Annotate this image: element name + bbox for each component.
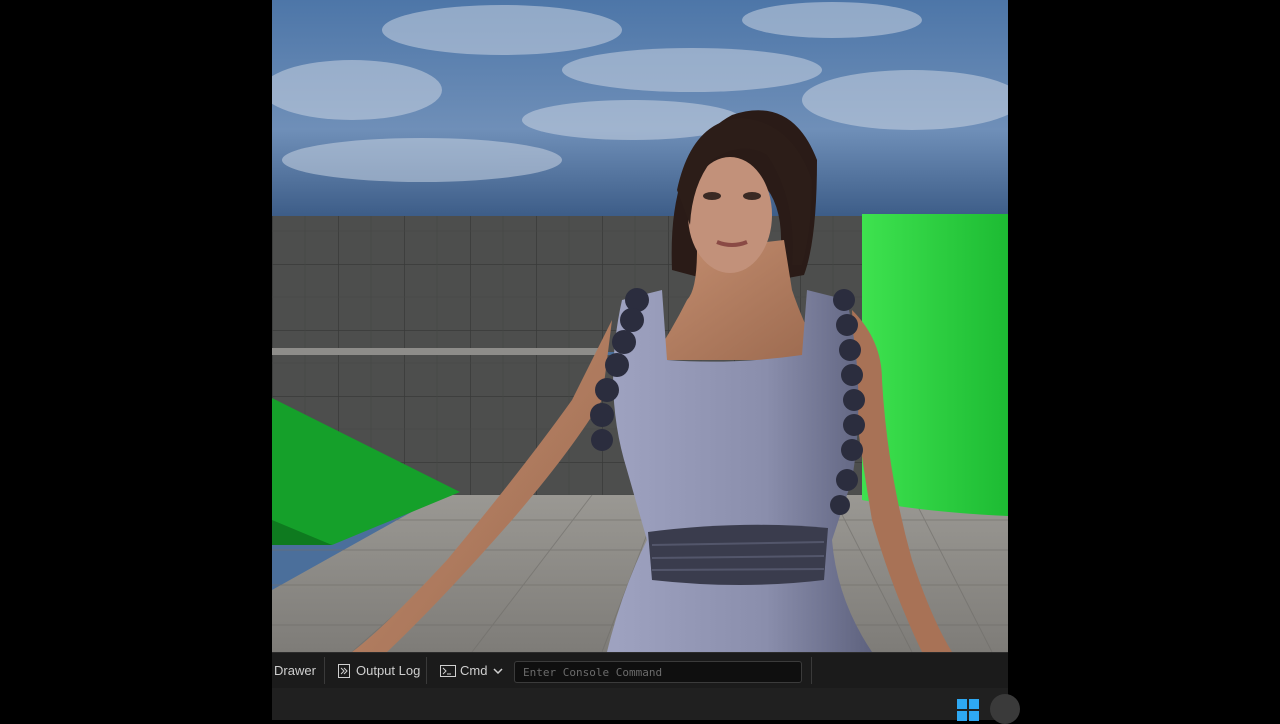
ledge [272, 348, 602, 355]
output-log-label: Output Log [356, 663, 421, 678]
level-viewport[interactable] [272, 0, 1008, 652]
output-log-icon [338, 663, 350, 678]
viewport-scene [272, 0, 1008, 652]
chevron-down-icon [493, 667, 503, 674]
divider [426, 657, 427, 684]
content-drawer-label: Drawer [274, 663, 316, 678]
divider [324, 657, 325, 684]
windows-logo-icon[interactable] [957, 699, 979, 721]
content-drawer-button[interactable]: Drawer [274, 653, 316, 688]
dress-waist [648, 524, 828, 585]
console-command-input[interactable] [514, 661, 802, 683]
cmd-dropdown[interactable]: Cmd [440, 653, 503, 688]
cmd-label: Cmd [460, 663, 488, 678]
terminal-icon [440, 664, 456, 677]
bottom-status-bar: Drawer Output Log Cmd [272, 652, 1008, 688]
windows-taskbar [272, 688, 1020, 724]
divider [811, 657, 812, 684]
output-log-button[interactable]: Output Log [338, 653, 420, 688]
